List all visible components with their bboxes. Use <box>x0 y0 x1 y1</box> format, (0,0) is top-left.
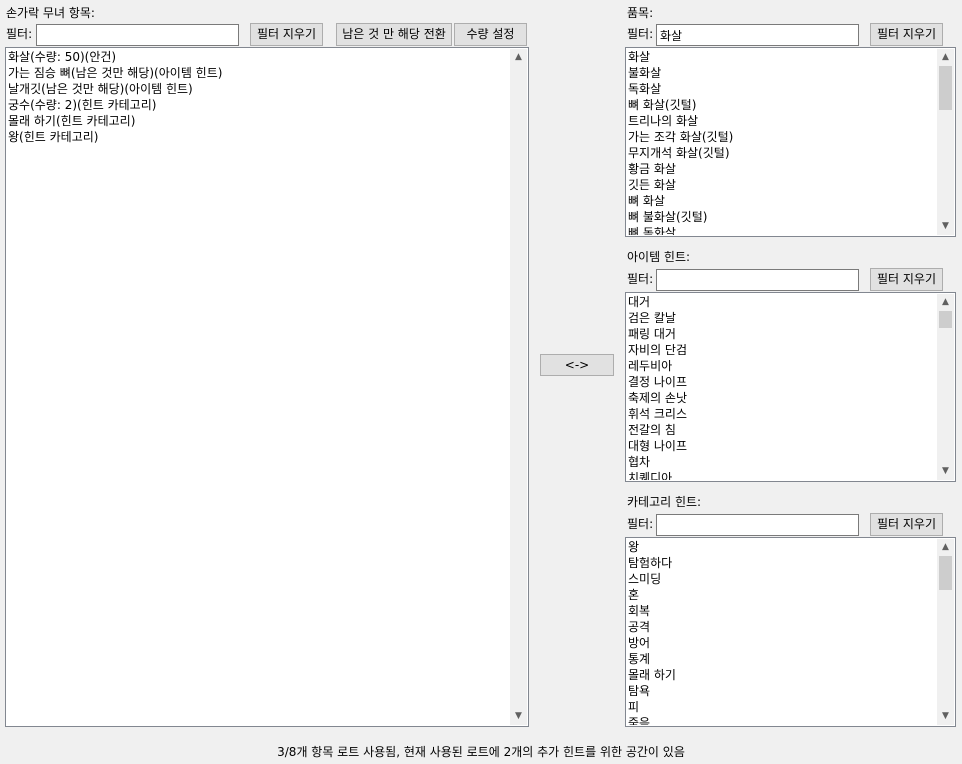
scroll-thumb[interactable] <box>939 311 952 328</box>
set-quantity-button[interactable]: 수량 설정 <box>454 23 527 46</box>
list-item[interactable]: 방어 <box>627 635 937 651</box>
category-hints-filter-label: 필터: <box>627 517 654 531</box>
list-item[interactable]: 무지개석 화살(깃털) <box>627 145 937 161</box>
left-filter-label: 필터: <box>6 27 33 41</box>
list-item[interactable]: 공격 <box>627 619 937 635</box>
left-clear-filter-button[interactable]: 필터 지우기 <box>250 23 323 46</box>
list-item[interactable]: 뼈 화살 <box>627 193 937 209</box>
list-item[interactable]: 가는 조각 화살(깃털) <box>627 129 937 145</box>
list-item[interactable]: 자비의 단검 <box>627 342 937 358</box>
list-item[interactable]: 몰래 하기 <box>627 667 937 683</box>
list-item[interactable]: 전갈의 침 <box>627 422 937 438</box>
list-item[interactable]: 검은 칼날 <box>627 310 937 326</box>
list-item[interactable]: 휘석 크리스 <box>627 406 937 422</box>
scroll-thumb[interactable] <box>939 556 952 590</box>
category-hints-clear-filter-button[interactable]: 필터 지우기 <box>870 513 943 536</box>
items-filter-input[interactable] <box>656 24 859 46</box>
list-item[interactable]: 대형 나이프 <box>627 438 937 454</box>
category-hints-list[interactable]: 왕 탐험하다 스미딩 혼 회복 공격 방어 통계 몰래 하기 탐욕 피 죽음 ▲ ▼ <box>625 537 956 727</box>
item-hints-filter-label: 필터: <box>627 272 654 286</box>
item-hints-scrollbar[interactable]: ▲ ▼ <box>937 294 954 480</box>
items-filter-label: 필터: <box>627 27 654 41</box>
list-item[interactable]: 가는 짐승 뼈(남은 것만 해당)(아이템 힌트) <box>7 65 510 81</box>
scroll-up-icon[interactable]: ▲ <box>937 539 954 556</box>
item-hints-list[interactable]: 대거 검은 칼날 패링 대거 자비의 단검 레두비아 결정 나이프 축제의 손낫 휘석 크리스… <box>625 292 956 482</box>
items-panel-title: 품목: <box>627 6 654 20</box>
list-item[interactable]: 축제의 손낫 <box>627 390 937 406</box>
list-item[interactable]: 패링 대거 <box>627 326 937 342</box>
toggle-remaining-only-button[interactable]: 남은 것 만 해당 전환 <box>336 23 452 46</box>
list-item[interactable]: 피 <box>627 699 937 715</box>
list-item[interactable]: 날개깃(남은 것만 해당)(아이템 힌트) <box>7 81 510 97</box>
scroll-up-icon[interactable]: ▲ <box>937 294 954 311</box>
list-item[interactable]: 죽음 <box>627 715 937 725</box>
list-item[interactable]: 트리나의 화살 <box>627 113 937 129</box>
scroll-up-icon[interactable]: ▲ <box>510 49 527 66</box>
list-item[interactable]: 치퀘디아 <box>627 470 937 480</box>
scroll-down-icon[interactable]: ▼ <box>510 708 527 725</box>
list-item[interactable]: 탐험하다 <box>627 555 937 571</box>
list-item[interactable]: 왕 <box>627 539 937 555</box>
items-list[interactable]: 화살 불화살 독화살 뼈 화살(깃털) 트리나의 화살 가는 조각 화살(깃털) 무지개석 … <box>625 47 956 237</box>
list-item[interactable]: 화살(수량: 50)(안건) <box>7 49 510 65</box>
list-item[interactable]: 혼 <box>627 587 937 603</box>
list-item[interactable]: 탐욕 <box>627 683 937 699</box>
list-item[interactable]: 화살 <box>627 49 937 65</box>
list-item[interactable]: 뼈 독화살 <box>627 225 937 235</box>
scroll-up-icon[interactable]: ▲ <box>937 49 954 66</box>
left-filter-input[interactable] <box>36 24 239 46</box>
list-item[interactable]: 스미딩 <box>627 571 937 587</box>
list-item[interactable]: 궁수(수량: 2)(힌트 카테고리) <box>7 97 510 113</box>
list-item[interactable]: 회복 <box>627 603 937 619</box>
item-hints-clear-filter-button[interactable]: 필터 지우기 <box>870 268 943 291</box>
list-item[interactable]: 불화살 <box>627 65 937 81</box>
item-hints-filter-input[interactable] <box>656 269 859 291</box>
items-list-scrollbar[interactable]: ▲ ▼ <box>937 49 954 235</box>
list-item[interactable]: 깃든 화살 <box>627 177 937 193</box>
scroll-thumb[interactable] <box>939 66 952 110</box>
left-list-scrollbar[interactable]: ▲ ▼ <box>510 49 527 725</box>
list-item[interactable]: 레두비아 <box>627 358 937 374</box>
category-hints-filter-input[interactable] <box>656 514 859 536</box>
scroll-down-icon[interactable]: ▼ <box>937 218 954 235</box>
list-item[interactable]: 뼈 화살(깃털) <box>627 97 937 113</box>
list-item[interactable]: 황금 화살 <box>627 161 937 177</box>
items-clear-filter-button[interactable]: 필터 지우기 <box>870 23 943 46</box>
list-item[interactable]: 통계 <box>627 651 937 667</box>
scroll-down-icon[interactable]: ▼ <box>937 463 954 480</box>
list-item[interactable]: 독화살 <box>627 81 937 97</box>
list-item[interactable]: 뼈 불화살(깃털) <box>627 209 937 225</box>
selected-items-title: 손가락 무녀 항목: <box>6 6 95 20</box>
item-hints-title: 아이템 힌트: <box>627 250 691 264</box>
list-item[interactable]: 대거 <box>627 294 937 310</box>
category-hints-title: 카테고리 힌트: <box>627 495 702 509</box>
swap-button[interactable]: <-> <box>540 354 614 376</box>
list-item[interactable]: 왕(힌트 카테고리) <box>7 129 510 145</box>
status-text: 3/8개 항목 로트 사용됨, 현재 사용된 로트에 2개의 추가 힌트를 위한… <box>277 745 685 759</box>
category-hints-scrollbar[interactable]: ▲ ▼ <box>937 539 954 725</box>
list-item[interactable]: 몰래 하기(힌트 카테고리) <box>7 113 510 129</box>
selected-items-list[interactable]: 화살(수량: 50)(안건) 가는 짐승 뼈(남은 것만 해당)(아이템 힌트) 날… <box>5 47 529 727</box>
list-item[interactable]: 협차 <box>627 454 937 470</box>
scroll-down-icon[interactable]: ▼ <box>937 708 954 725</box>
list-item[interactable]: 결정 나이프 <box>627 374 937 390</box>
